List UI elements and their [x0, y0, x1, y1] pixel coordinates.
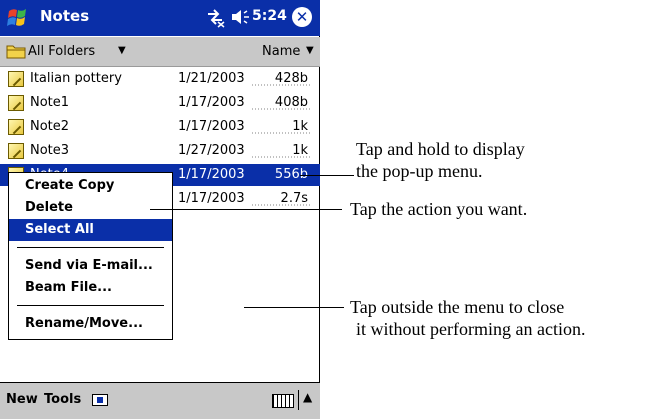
- context-menu: Create Copy Delete Select All Send via E…: [8, 172, 173, 340]
- callout-line-action: [150, 209, 342, 210]
- note-date: 1/17/2003: [178, 167, 245, 182]
- note-icon: [8, 143, 24, 159]
- menu-item-select-all[interactable]: Select All: [9, 219, 172, 241]
- callout-line-outside: [244, 307, 344, 308]
- menu-item-send-email[interactable]: Send via E-mail...: [9, 255, 172, 277]
- list-item[interactable]: Note3 1/27/2003 1k: [0, 140, 320, 162]
- menu-item-rename-move[interactable]: Rename/Move...: [9, 313, 172, 335]
- size-indicator: [252, 204, 310, 206]
- callout-hold-line2: the pop-up menu.: [356, 161, 483, 181]
- callout-hold-line1: Tap and hold to display: [356, 139, 525, 159]
- speaker-icon[interactable]: [230, 8, 250, 26]
- connectivity-icon[interactable]: [204, 6, 226, 28]
- sip-arrow-icon[interactable]: ▲: [298, 390, 312, 410]
- chevron-down-icon[interactable]: ▼: [306, 45, 314, 56]
- size-indicator: [252, 84, 310, 86]
- list-item[interactable]: Note1 1/17/2003 408b: [0, 92, 320, 114]
- menu-separator: [17, 247, 164, 248]
- record-icon[interactable]: [92, 394, 108, 406]
- note-icon: [8, 119, 24, 135]
- note-date: 1/17/2003: [178, 191, 245, 206]
- sort-dropdown[interactable]: Name: [262, 44, 300, 59]
- note-name: Note1: [30, 95, 70, 110]
- start-flag-icon[interactable]: [6, 5, 32, 31]
- folder-dropdown[interactable]: All Folders: [28, 44, 95, 59]
- folder-bar: All Folders ▼ Name ▼: [0, 37, 320, 67]
- callout-action: Tap the action you want.: [350, 199, 528, 219]
- note-icon: [8, 71, 24, 87]
- tools-menu[interactable]: Tools: [44, 392, 81, 407]
- note-name: Note3: [30, 143, 70, 158]
- list-item[interactable]: Note2 1/17/2003 1k: [0, 116, 320, 138]
- note-date: 1/17/2003: [178, 95, 245, 110]
- note-name: Note2: [30, 119, 70, 134]
- callout-outside-line1: Tap outside the menu to close: [350, 297, 565, 317]
- keyboard-icon[interactable]: [272, 394, 294, 408]
- size-indicator: [252, 132, 310, 134]
- command-bar: New Tools ▲: [0, 382, 320, 419]
- menu-item-delete[interactable]: Delete: [9, 197, 172, 219]
- menu-item-beam-file[interactable]: Beam File...: [9, 277, 172, 299]
- close-icon[interactable]: ✕: [292, 7, 312, 27]
- size-indicator: [252, 156, 310, 158]
- app-title: Notes: [40, 7, 90, 25]
- callout-line-hold: [300, 175, 354, 176]
- note-date: 1/21/2003: [178, 71, 245, 86]
- size-indicator: [252, 108, 310, 110]
- title-bar: Notes 5:24 ✕: [0, 0, 320, 36]
- new-button[interactable]: New: [6, 392, 38, 407]
- callout-outside-line2: it without performing an action.: [356, 319, 586, 339]
- folder-icon: [6, 45, 26, 59]
- list-item[interactable]: Italian pottery 1/21/2003 428b: [0, 68, 320, 90]
- menu-separator: [17, 305, 164, 306]
- clock[interactable]: 5:24: [252, 8, 287, 24]
- note-date: 1/27/2003: [178, 143, 245, 158]
- note-name: Italian pottery: [30, 71, 122, 86]
- note-date: 1/17/2003: [178, 119, 245, 134]
- chevron-down-icon[interactable]: ▼: [118, 45, 126, 56]
- note-icon: [8, 95, 24, 111]
- menu-item-create-copy[interactable]: Create Copy: [9, 175, 172, 197]
